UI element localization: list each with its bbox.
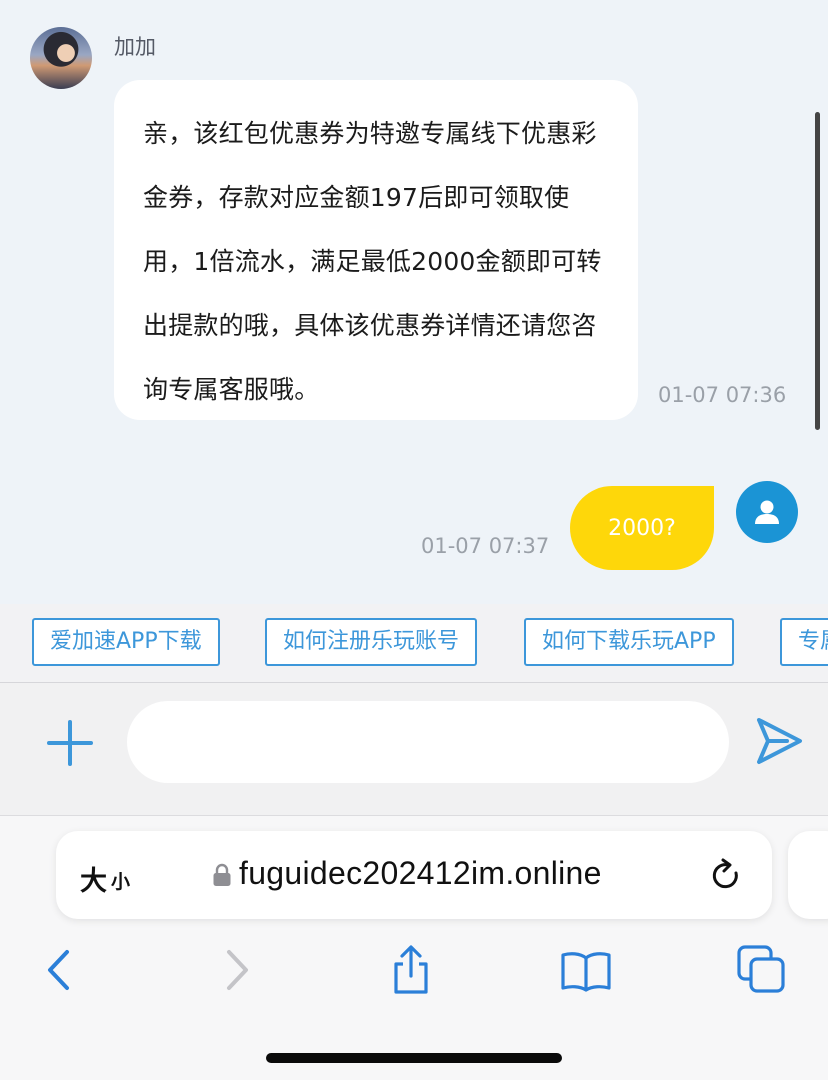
sender-name: 加加 (114, 35, 156, 59)
share-icon[interactable] (385, 944, 437, 996)
bookmarks-icon[interactable] (560, 944, 612, 996)
lock-icon (213, 863, 231, 886)
user-icon (755, 500, 779, 524)
reload-icon[interactable] (708, 857, 744, 895)
text-size-button[interactable]: 大 (80, 859, 107, 898)
quick-reply-download-app[interactable]: 如何下载乐玩APP (524, 618, 734, 666)
forward-icon[interactable] (210, 944, 262, 996)
message-line: 金券，存款对应金额197后即可领取使 (143, 183, 570, 212)
tabs-icon[interactable] (736, 944, 788, 996)
message-line: 询专属客服哦。 (143, 375, 320, 404)
quick-reply-exclusive[interactable]: 专属 (780, 618, 828, 666)
home-indicator[interactable] (266, 1053, 562, 1063)
message-line: 出提款的哦，具体该优惠券详情还请您咨 (143, 311, 597, 340)
back-icon[interactable] (34, 944, 86, 996)
quick-reply-download-accelerator[interactable]: 爱加速APP下载 (32, 618, 220, 666)
sender-avatar[interactable] (30, 27, 92, 89)
message-line: 亲，该红包优惠券为特邀专属线下优惠彩 (143, 119, 597, 148)
address-bar[interactable]: 大 小 fuguidec202412im.online (56, 831, 772, 919)
outgoing-message-text: 2000? (608, 515, 676, 541)
chat-area: 加加 亲，该红包优惠券为特邀专属线下优惠彩 金券，存款对应金额197后即可领取使… (0, 0, 828, 604)
chat-scrollbar[interactable] (815, 112, 820, 430)
text-size-button-small[interactable]: 小 (111, 867, 130, 894)
message-input[interactable] (127, 701, 729, 783)
send-icon[interactable] (754, 715, 804, 767)
quick-reply-register-account[interactable]: 如何注册乐玩账号 (265, 618, 478, 666)
message-line: 用，1倍流水，满足最低2000金额即可转 (143, 247, 602, 276)
quick-reply-bar[interactable]: 爱加速APP下载 如何注册乐玩账号 如何下载乐玩APP 专属 (0, 604, 828, 683)
plus-icon[interactable] (46, 719, 94, 767)
composer-bar (0, 683, 828, 816)
browser-chrome: 大 小 fuguidec202412im.online (0, 816, 828, 1080)
incoming-timestamp: 01-07 07:36 (658, 383, 787, 407)
outgoing-timestamp: 01-07 07:37 (421, 534, 550, 558)
incoming-message-bubble: 亲，该红包优惠券为特邀专属线下优惠彩 金券，存款对应金额197后即可领取使 用，… (114, 80, 638, 420)
user-avatar[interactable] (736, 481, 798, 543)
outgoing-message-bubble: 2000? (570, 486, 714, 570)
url-text[interactable]: fuguidec202412im.online (239, 855, 602, 892)
next-tab-preview[interactable] (788, 831, 828, 919)
